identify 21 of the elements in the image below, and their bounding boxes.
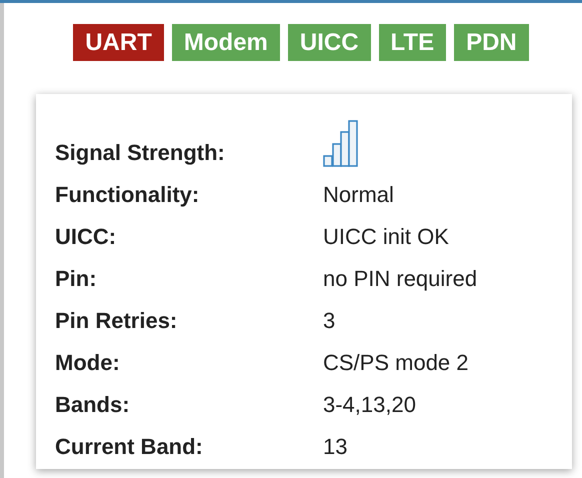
status-badge: PDN	[454, 24, 529, 61]
signal-strength-icon	[323, 120, 358, 167]
field-label: UICC:	[55, 223, 118, 251]
field-label: Bands:	[55, 391, 131, 419]
field-value: CS/PS mode 2	[323, 350, 469, 375]
status-badge: LTE	[378, 24, 446, 61]
status-badge: Modem	[172, 24, 280, 61]
field-value: 13	[323, 434, 348, 459]
status-badge: UICC	[288, 24, 371, 61]
field-label: Pin:	[55, 265, 98, 293]
field-value: 3-4,13,20	[323, 392, 416, 417]
field-label: Pin Retries:	[55, 307, 178, 335]
field-label: Functionality:	[55, 181, 200, 209]
field-label: Current Band:	[55, 433, 204, 461]
field-value: Normal	[323, 182, 394, 207]
status-badge: UART	[73, 24, 164, 61]
field-value: UICC init OK	[323, 224, 449, 249]
field-value: no PIN required	[323, 266, 478, 291]
field-value: 3	[323, 308, 336, 333]
field-label: Mode:	[55, 349, 121, 377]
field-label: Signal Strength:	[55, 139, 226, 167]
